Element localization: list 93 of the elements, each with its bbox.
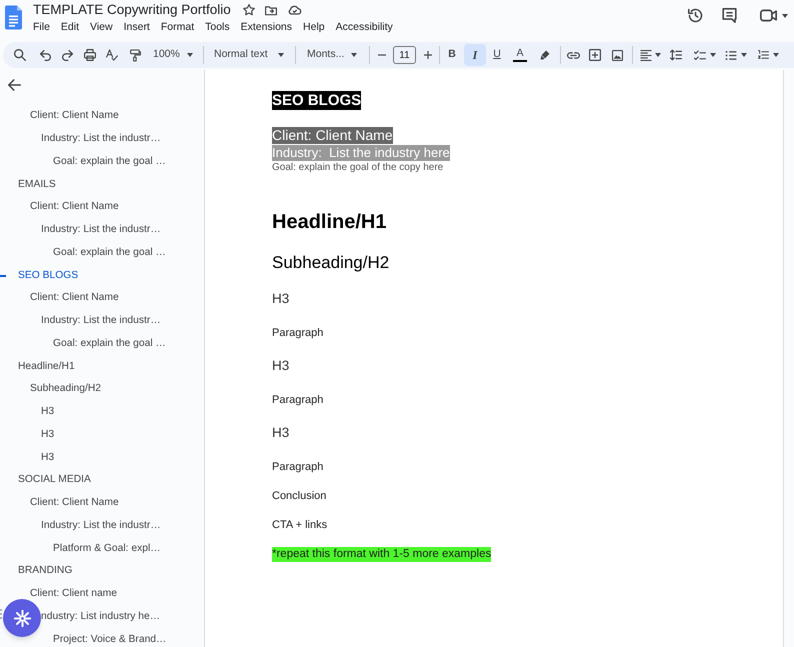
back-arrow-icon[interactable]	[8, 79, 21, 91]
caption-text: Goal: explain the goal of the copy here	[272, 162, 444, 174]
link-icon[interactable]	[566, 52, 580, 58]
outline-item[interactable]: Goal: explain the goal …	[53, 246, 166, 260]
outline-item[interactable]: Goal: explain the goal …	[53, 336, 166, 351]
caret-icon[interactable]	[710, 53, 716, 57]
heading-text: H3	[272, 425, 290, 440]
paragraph-text: CTA + links	[272, 519, 328, 532]
caret-icon[interactable]	[782, 14, 788, 18]
heading-text: H3	[272, 358, 290, 373]
outline-item[interactable]: ndustry: List industry he…	[41, 610, 160, 624]
search-icon[interactable]	[14, 49, 26, 61]
history-icon[interactable]	[688, 8, 703, 23]
paragraph-style-dropdown[interactable]: Normal text	[208, 44, 289, 66]
numbered-list-icon[interactable]	[758, 49, 768, 61]
menu-item[interactable]: File	[33, 19, 50, 35]
caret-icon[interactable]	[772, 53, 778, 57]
outline-item[interactable]: Industry: List the industr…	[41, 223, 161, 238]
bulleted-list-icon[interactable]	[725, 50, 737, 60]
subheading-text: Subheading/H2	[272, 253, 390, 273]
underline-button[interactable]: U	[486, 44, 508, 66]
outline-item[interactable]: Client: Client Name	[30, 109, 119, 124]
bold-button[interactable]: B	[441, 44, 463, 66]
menu-item[interactable]: Accessibility	[336, 19, 393, 35]
outline-item[interactable]: H3	[41, 450, 54, 465]
menu-item[interactable]: Edit	[60, 19, 80, 35]
outline-item[interactable]: H3	[41, 428, 54, 442]
print-icon[interactable]	[84, 49, 96, 61]
paragraph-text: Paragraph	[272, 461, 324, 474]
highlighted-text: Client: Client Name	[272, 127, 393, 144]
paragraph-text: Paragraph	[272, 327, 324, 340]
outline-item[interactable]: BRANDING	[18, 564, 72, 578]
star-icon[interactable]	[242, 4, 255, 16]
spellcheck-icon[interactable]	[106, 49, 118, 61]
menu-item[interactable]: Format	[160, 19, 194, 35]
starburst-icon	[14, 610, 30, 626]
plus-icon[interactable]	[424, 51, 432, 59]
align-left-icon[interactable]	[640, 50, 652, 60]
outline-item[interactable]: Headline/H1	[18, 360, 75, 374]
outline-item[interactable]: Subheading/H2	[30, 382, 101, 396]
outline-item[interactable]: Client: Client name	[30, 587, 117, 602]
outline-item[interactable]: Client: Client Name	[30, 291, 119, 306]
minus-icon[interactable]	[378, 54, 386, 56]
paragraph-text: Conclusion	[272, 490, 326, 503]
section-heading: SEO BLOGS	[272, 91, 362, 110]
paint-roller-icon[interactable]	[130, 48, 140, 62]
outline-item[interactable]: Platform & Goal: expl…	[53, 542, 161, 556]
menu-item[interactable]: Tools	[205, 19, 230, 35]
caret-icon	[351, 53, 357, 57]
outline-item[interactable]: SOCIAL MEDIA	[18, 473, 91, 488]
cloud-icon[interactable]	[288, 5, 302, 15]
highlighter-icon[interactable]	[540, 50, 550, 60]
font-size-field[interactable]: 11	[393, 46, 416, 64]
comment-icon[interactable]	[722, 8, 737, 23]
menu-item[interactable]: Extensions	[240, 19, 292, 35]
document-title[interactable]: TEMPLATE Copywriting Portfolio	[33, 1, 231, 19]
heading-text: Headline/H1	[272, 210, 386, 234]
caret-icon	[187, 53, 193, 57]
undo-icon[interactable]	[40, 50, 50, 60]
italic-button[interactable]: I	[464, 44, 486, 66]
docs-logo-icon[interactable]	[5, 5, 22, 30]
menu-item[interactable]: Help	[303, 19, 325, 35]
zoom-dropdown[interactable]: 100%	[148, 44, 198, 66]
paragraph-text: Paragraph	[272, 394, 324, 407]
heading-text: H3	[272, 291, 290, 306]
folder-move-icon[interactable]	[264, 4, 277, 16]
line-spacing-icon[interactable]	[670, 49, 682, 61]
caret-icon[interactable]	[654, 53, 660, 57]
highlighted-text: Industry: List the industry here	[272, 145, 450, 161]
font-dropdown[interactable]: Monts...	[301, 44, 361, 66]
outline-item[interactable]: H3	[41, 405, 54, 420]
redo-icon[interactable]	[62, 50, 72, 60]
swatch-icon	[513, 60, 527, 62]
outline-item[interactable]: Client: Client Name	[30, 496, 119, 510]
outline-item[interactable]: Industry: List the industr…	[41, 314, 161, 328]
caret-icon	[278, 53, 284, 57]
outline-item[interactable]: Industry: List the industr…	[41, 518, 161, 533]
menu-item[interactable]: Insert	[124, 19, 150, 35]
image-icon[interactable]	[612, 50, 622, 60]
menu-item[interactable]: View	[90, 19, 113, 35]
outline-item[interactable]: Goal: explain the goal …	[53, 154, 166, 169]
selection-indicator	[0, 275, 6, 277]
caret-icon[interactable]	[741, 53, 747, 57]
text-color-button[interactable]: A	[509, 44, 531, 66]
outline-item[interactable]: EMAILS	[18, 178, 56, 192]
add-comment-icon[interactable]	[589, 49, 601, 61]
outline-item[interactable]: Client: Client Name	[30, 200, 119, 214]
checklist-icon[interactable]	[694, 50, 706, 60]
outline-item[interactable]: Industry: List the industr…	[41, 132, 161, 146]
video-camera-icon[interactable]	[760, 9, 777, 22]
outline-item[interactable]: Project: Voice & Brand…	[53, 632, 166, 647]
highlighted-note: *repeat this format with 1-5 more examples	[272, 547, 492, 562]
outline-item[interactable]: SEO BLOGS	[18, 268, 78, 283]
